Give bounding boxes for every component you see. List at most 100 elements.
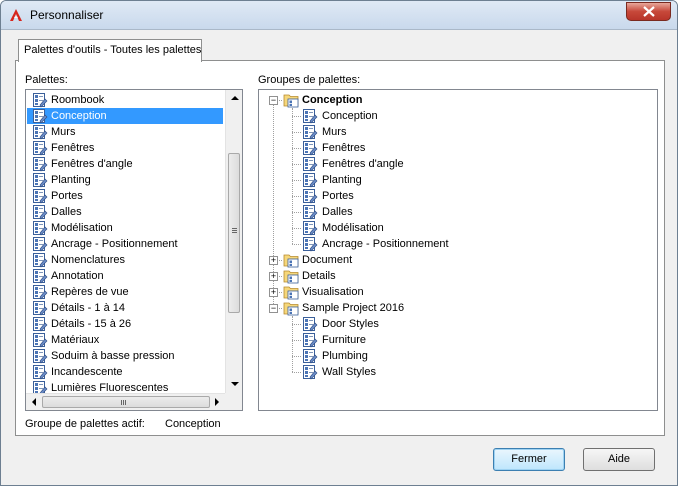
tree-palette-node[interactable]: Ancrage - Positionnement bbox=[302, 236, 632, 252]
palettes-listbox[interactable]: Roombook Conception Murs Fenêtres Fenêtr… bbox=[25, 89, 243, 411]
palette-list-item[interactable]: Murs bbox=[27, 124, 223, 140]
tree-connector bbox=[292, 108, 293, 244]
collapse-icon[interactable]: − bbox=[269, 304, 278, 313]
close-window-button[interactable] bbox=[626, 2, 671, 21]
folder-group-icon bbox=[283, 252, 299, 268]
tree-palette-label: Wall Styles bbox=[322, 366, 376, 378]
horizontal-scroll-thumb[interactable] bbox=[42, 396, 210, 408]
palette-list-item[interactable]: Nomenclatures bbox=[27, 252, 223, 268]
tree-palette-node[interactable]: Planting bbox=[302, 172, 632, 188]
tree-group-node[interactable]: Sample Project 2016 bbox=[283, 300, 643, 316]
tree-connector bbox=[292, 324, 301, 325]
tool-palette-icon bbox=[302, 204, 318, 220]
tree-palette-node[interactable]: Dalles bbox=[302, 204, 632, 220]
tool-palette-icon bbox=[32, 268, 48, 284]
palette-list-item[interactable]: Dalles bbox=[27, 204, 223, 220]
palette-list-item[interactable]: Annotation bbox=[27, 268, 223, 284]
tree-group-node[interactable]: Details bbox=[283, 268, 643, 284]
scroll-down-arrow-icon[interactable] bbox=[231, 382, 239, 386]
palette-list-item-label: Murs bbox=[51, 126, 76, 138]
tree-palette-node[interactable]: Portes bbox=[302, 188, 632, 204]
tool-palette-icon bbox=[32, 364, 48, 380]
tree-connector bbox=[292, 180, 301, 181]
palettes-label: Palettes: bbox=[25, 74, 68, 86]
tree-palette-node[interactable]: Fenêtres bbox=[302, 140, 632, 156]
expand-icon[interactable]: + bbox=[269, 288, 278, 297]
palette-list-item[interactable]: Ancrage - Positionnement bbox=[27, 236, 223, 252]
horizontal-scrollbar[interactable] bbox=[26, 393, 225, 410]
tree-palette-node[interactable]: Conception bbox=[302, 108, 632, 124]
palette-list-item[interactable]: Fenêtres bbox=[27, 140, 223, 156]
tree-palette-label: Murs bbox=[322, 126, 347, 138]
tool-palette-icon bbox=[32, 316, 48, 332]
palette-list-item[interactable]: Fenêtres d'angle bbox=[27, 156, 223, 172]
tool-palette-icon bbox=[32, 108, 48, 124]
palette-list-item[interactable]: Portes bbox=[27, 188, 223, 204]
tool-palette-icon bbox=[32, 92, 48, 108]
tool-palette-icon bbox=[32, 140, 48, 156]
tree-group-node[interactable]: Document bbox=[283, 252, 643, 268]
tab-toutes-les-palettes[interactable]: Palettes d'outils - Toutes les palettes bbox=[18, 39, 202, 62]
scroll-left-arrow-icon[interactable] bbox=[32, 398, 36, 406]
palette-list-item[interactable]: Incandescente bbox=[27, 364, 223, 380]
tool-palette-icon bbox=[302, 156, 318, 172]
tree-palette-label: Plumbing bbox=[322, 350, 368, 362]
tree-palette-node[interactable]: Modélisation bbox=[302, 220, 632, 236]
tool-palette-icon bbox=[302, 316, 318, 332]
tree-connector bbox=[292, 340, 301, 341]
help-button[interactable]: Aide bbox=[583, 448, 655, 471]
palette-list-item-label: Détails - 15 à 26 bbox=[51, 318, 132, 330]
scroll-up-arrow-icon[interactable] bbox=[231, 96, 239, 100]
expand-icon[interactable]: + bbox=[269, 272, 278, 281]
palette-list-item[interactable]: Planting bbox=[27, 172, 223, 188]
tree-palette-node[interactable]: Door Styles bbox=[302, 316, 632, 332]
palette-list-item[interactable]: Repères de vue bbox=[27, 284, 223, 300]
tool-palette-icon bbox=[32, 188, 48, 204]
tree-palette-node[interactable]: Furniture bbox=[302, 332, 632, 348]
palette-list-item-label: Incandescente bbox=[51, 366, 123, 378]
palette-list-item-label: Détails - 1 à 14 bbox=[51, 302, 125, 314]
tool-palette-icon bbox=[302, 188, 318, 204]
tree-connector bbox=[292, 148, 301, 149]
autodesk-a-icon bbox=[10, 9, 22, 21]
tool-palette-icon bbox=[32, 348, 48, 364]
tree-group-label: Document bbox=[302, 254, 353, 266]
tool-palette-icon bbox=[32, 284, 48, 300]
tree-palette-node[interactable]: Wall Styles bbox=[302, 364, 632, 380]
tool-palette-icon bbox=[32, 172, 48, 188]
expand-icon[interactable]: + bbox=[269, 256, 278, 265]
collapse-icon[interactable]: − bbox=[269, 96, 278, 105]
tree-palette-node[interactable]: Fenêtres d'angle bbox=[302, 156, 632, 172]
palette-list-item-label: Modélisation bbox=[51, 222, 113, 234]
close-button[interactable]: Fermer bbox=[493, 448, 565, 471]
palette-list-item[interactable]: Roombook bbox=[27, 92, 223, 108]
tree-palette-label: Fenêtres d'angle bbox=[322, 158, 404, 170]
vertical-scroll-thumb[interactable] bbox=[228, 153, 240, 313]
scroll-right-arrow-icon[interactable] bbox=[215, 398, 219, 406]
palette-list-item[interactable]: Détails - 1 à 14 bbox=[27, 300, 223, 316]
palette-list-item-label: Annotation bbox=[51, 270, 104, 282]
tool-palette-icon bbox=[302, 236, 318, 252]
tree-group-node[interactable]: Visualisation bbox=[283, 284, 643, 300]
tool-palette-icon bbox=[302, 332, 318, 348]
tool-palette-icon bbox=[302, 220, 318, 236]
palette-list-item[interactable]: Soduim à basse pression bbox=[27, 348, 223, 364]
tree-group-node[interactable]: Conception bbox=[283, 92, 643, 108]
palette-list-item-label: Portes bbox=[51, 190, 83, 202]
tree-group-label: Sample Project 2016 bbox=[302, 302, 405, 314]
palette-list-item[interactable]: Matériaux bbox=[27, 332, 223, 348]
palette-list-item[interactable]: Conception bbox=[27, 108, 223, 124]
tool-palette-icon bbox=[32, 252, 48, 268]
vertical-scrollbar[interactable] bbox=[225, 90, 242, 393]
active-group-value: Conception bbox=[165, 418, 221, 430]
title-bar[interactable]: Personnaliser bbox=[1, 1, 677, 30]
palette-groups-tree[interactable]: − Conception Conception Murs Fenêtres Fe… bbox=[258, 89, 658, 411]
palette-list-item-label: Repères de vue bbox=[51, 286, 129, 298]
tab-label: Palettes d'outils - Toutes les palettes bbox=[24, 44, 202, 56]
tree-palette-node[interactable]: Murs bbox=[302, 124, 632, 140]
tree-palette-node[interactable]: Plumbing bbox=[302, 348, 632, 364]
tool-palette-icon bbox=[302, 108, 318, 124]
palette-list-item[interactable]: Détails - 15 à 26 bbox=[27, 316, 223, 332]
palette-list-item[interactable]: Modélisation bbox=[27, 220, 223, 236]
dialog-window: Personnaliser Palettes d'outils - Toutes… bbox=[0, 0, 678, 486]
